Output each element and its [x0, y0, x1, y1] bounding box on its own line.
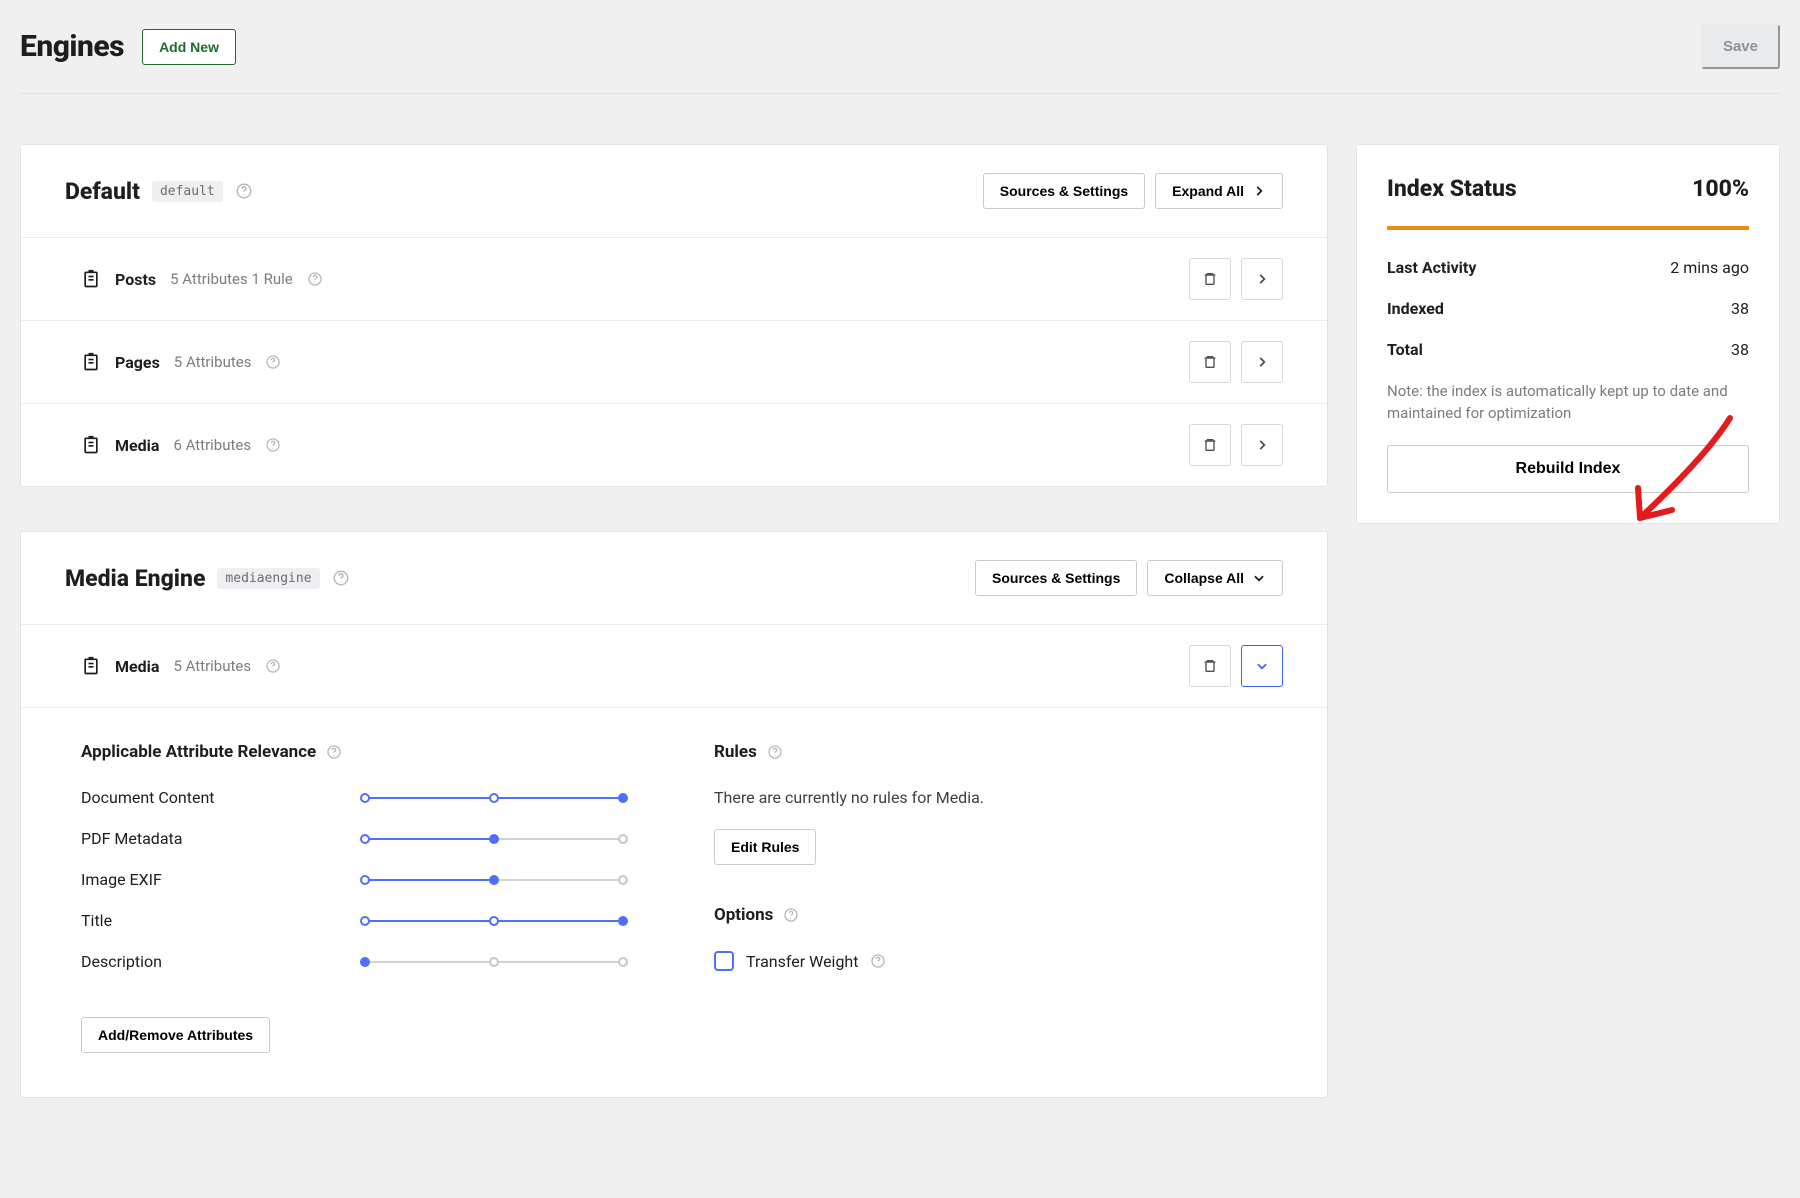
stat-label: Last Activity	[1387, 258, 1476, 277]
page-title: Engines	[20, 29, 124, 64]
source-row: Pages 5 Attributes	[21, 321, 1327, 404]
sources-settings-button[interactable]: Sources & Settings	[975, 560, 1137, 596]
engine-name: Media Engine	[65, 565, 205, 592]
engine-slug: default	[152, 181, 223, 202]
source-name: Posts	[115, 270, 156, 289]
trash-icon	[1202, 437, 1218, 453]
index-progress-bar	[1387, 226, 1749, 230]
engine-card: Media Engine mediaengine Sources & Setti…	[20, 531, 1328, 1098]
save-button[interactable]: Save	[1701, 24, 1780, 69]
source-meta: 5 Attributes 1 Rule	[170, 270, 293, 288]
relevance-slider[interactable]	[361, 874, 627, 886]
checkbox[interactable]	[714, 951, 734, 971]
attribute-row: Title	[81, 911, 634, 930]
chevron-down-icon	[1255, 659, 1269, 673]
attribute-row: Image EXIF	[81, 870, 634, 889]
help-icon[interactable]	[265, 437, 281, 453]
chevron-down-icon	[1252, 571, 1266, 585]
document-icon	[81, 269, 101, 289]
document-icon	[81, 435, 101, 455]
source-meta: 5 Attributes	[174, 353, 252, 371]
source-row: Media 5 Attributes	[21, 625, 1327, 708]
chevron-right-icon	[1255, 272, 1269, 286]
stat-label: Indexed	[1387, 299, 1444, 318]
index-status-card: Index Status 100% Last Activity 2 mins a…	[1356, 144, 1780, 524]
relevance-slider[interactable]	[361, 956, 627, 968]
expand-row-button[interactable]	[1241, 424, 1283, 466]
expand-row-button[interactable]	[1241, 341, 1283, 383]
attribute-label: Title	[81, 911, 361, 930]
delete-button[interactable]	[1189, 258, 1231, 300]
expand-all-label: Expand All	[1172, 183, 1244, 199]
delete-button[interactable]	[1189, 645, 1231, 687]
index-status-percent: 100%	[1692, 175, 1749, 202]
relevance-slider[interactable]	[361, 915, 627, 927]
help-icon[interactable]	[326, 744, 342, 760]
trash-icon	[1202, 354, 1218, 370]
engine-card: Default default Sources & Settings Expan…	[20, 144, 1328, 487]
add-remove-attributes-button[interactable]: Add/Remove Attributes	[81, 1017, 270, 1053]
source-name: Media	[115, 657, 159, 676]
help-icon[interactable]	[870, 953, 886, 969]
document-icon	[81, 352, 101, 372]
stat-value: 38	[1731, 299, 1749, 318]
source-name: Media	[115, 436, 159, 455]
attribute-row: Description	[81, 952, 634, 971]
delete-button[interactable]	[1189, 341, 1231, 383]
stat-value: 38	[1731, 340, 1749, 359]
expand-all-button[interactable]: Expand All	[1155, 173, 1283, 209]
stat-label: Total	[1387, 340, 1423, 359]
source-row: Media 6 Attributes	[21, 404, 1327, 486]
engine-slug: mediaengine	[217, 568, 319, 589]
help-icon[interactable]	[783, 907, 799, 923]
source-details: Applicable Attribute Relevance Document …	[21, 708, 1327, 1097]
help-icon[interactable]	[265, 658, 281, 674]
relevance-slider[interactable]	[361, 833, 627, 845]
engine-name: Default	[65, 178, 140, 205]
source-name: Pages	[115, 353, 160, 372]
relevance-title: Applicable Attribute Relevance	[81, 742, 316, 762]
options-title: Options	[714, 905, 773, 925]
attribute-row: Document Content	[81, 788, 634, 807]
rules-empty-text: There are currently no rules for Media.	[714, 788, 1267, 807]
source-meta: 5 Attributes	[173, 657, 251, 675]
chevron-right-icon	[1255, 355, 1269, 369]
stat-value: 2 mins ago	[1670, 258, 1749, 277]
rebuild-index-button[interactable]: Rebuild Index	[1387, 445, 1749, 493]
collapse-all-button[interactable]: Collapse All	[1147, 560, 1283, 596]
help-icon[interactable]	[332, 569, 350, 587]
chevron-right-icon	[1255, 438, 1269, 452]
help-icon[interactable]	[265, 354, 281, 370]
transfer-weight-label: Transfer Weight	[746, 952, 858, 971]
document-icon	[81, 656, 101, 676]
source-row: Posts 5 Attributes 1 Rule	[21, 238, 1327, 321]
help-icon[interactable]	[307, 271, 323, 287]
sources-settings-button[interactable]: Sources & Settings	[983, 173, 1145, 209]
source-meta: 6 Attributes	[173, 436, 251, 454]
transfer-weight-option[interactable]: Transfer Weight	[714, 951, 1267, 971]
collapse-all-label: Collapse All	[1164, 570, 1244, 586]
index-stat-row: Total 38	[1387, 340, 1749, 359]
index-stat-row: Last Activity 2 mins ago	[1387, 258, 1749, 277]
chevron-right-icon	[1252, 184, 1266, 198]
help-icon[interactable]	[767, 744, 783, 760]
attribute-label: Document Content	[81, 788, 361, 807]
edit-rules-button[interactable]: Edit Rules	[714, 829, 816, 865]
attribute-label: Image EXIF	[81, 870, 361, 889]
help-icon[interactable]	[235, 182, 253, 200]
trash-icon	[1202, 658, 1218, 674]
add-new-button[interactable]: Add New	[142, 29, 236, 65]
attribute-label: PDF Metadata	[81, 829, 361, 848]
expand-row-button[interactable]	[1241, 258, 1283, 300]
collapse-row-button[interactable]	[1241, 645, 1283, 687]
index-status-title: Index Status	[1387, 175, 1517, 202]
relevance-slider[interactable]	[361, 792, 627, 804]
attribute-row: PDF Metadata	[81, 829, 634, 848]
rules-title: Rules	[714, 742, 757, 762]
attribute-label: Description	[81, 952, 361, 971]
index-note: Note: the index is automatically kept up…	[1387, 381, 1749, 425]
index-stat-row: Indexed 38	[1387, 299, 1749, 318]
delete-button[interactable]	[1189, 424, 1231, 466]
trash-icon	[1202, 271, 1218, 287]
